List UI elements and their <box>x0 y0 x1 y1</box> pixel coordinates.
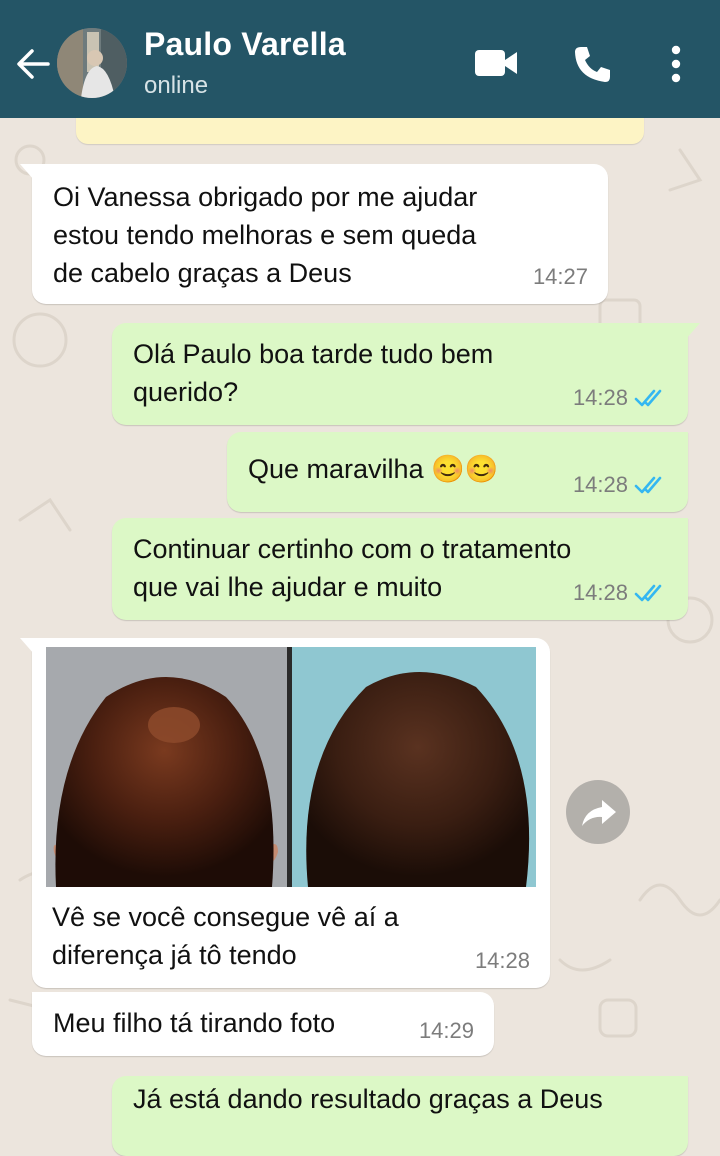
before-after-photo[interactable] <box>46 647 536 887</box>
message-time: 14:28 <box>572 385 628 410</box>
more-vertical-icon[interactable] <box>668 44 684 84</box>
message-text: Oi Vanessa obrigado por me ajudar estou … <box>53 182 478 288</box>
bubble-tail <box>686 323 700 339</box>
message-text: Já está dando resultado graças a Deus <box>133 1084 603 1114</box>
message-bubble[interactable]: Continuar certinho com o tratamento que … <box>112 518 688 620</box>
double-check-read-icon <box>634 389 662 407</box>
video-call-icon[interactable] <box>474 48 518 78</box>
message-bubble[interactable]: Oi Vanessa obrigado por me ajudar estou … <box>20 164 608 304</box>
message-bubble[interactable]: Que maravilha 😊😊 14:28 <box>227 432 688 512</box>
message-text: Que maravilha 😊😊 <box>248 454 499 484</box>
image-caption: Vê se você consegue vê aí a diferença já… <box>52 902 399 970</box>
bubble-tail <box>20 638 34 654</box>
arrow-left-icon[interactable] <box>14 46 52 82</box>
image-message-bubble[interactable]: Vê se você consegue vê aí a diferença já… <box>20 638 550 988</box>
message-time: 14:28 <box>572 580 628 605</box>
message-bubble[interactable]: Meu filho tá tirando foto 14:29 <box>32 992 494 1056</box>
message-bubble[interactable]: Olá Paulo boa tarde tudo bem querido? 14… <box>112 323 700 425</box>
chat-header: Paulo Varella online <box>0 0 720 118</box>
forward-share-icon[interactable] <box>566 780 630 844</box>
contact-status: online <box>144 72 209 99</box>
double-check-read-icon <box>634 476 662 494</box>
message-bubble[interactable]: Já está dando resultado graças a Deus <box>112 1076 688 1156</box>
message-text: Olá Paulo boa tarde tudo bem querido? <box>133 339 494 407</box>
double-check-read-icon <box>634 584 662 602</box>
message-time: 14:29 <box>418 1018 474 1043</box>
bubble-tail <box>20 164 34 180</box>
phone-icon[interactable] <box>572 44 612 84</box>
message-time: 14:27 <box>532 264 588 289</box>
message-text: Continuar certinho com o tratamento que … <box>133 534 572 602</box>
contact-name[interactable]: Paulo Varella <box>144 26 346 63</box>
avatar[interactable] <box>57 28 127 98</box>
message-time: 14:28 <box>474 948 530 973</box>
message-text: Meu filho tá tirando foto <box>53 1008 336 1038</box>
message-time: 14:28 <box>572 472 628 497</box>
